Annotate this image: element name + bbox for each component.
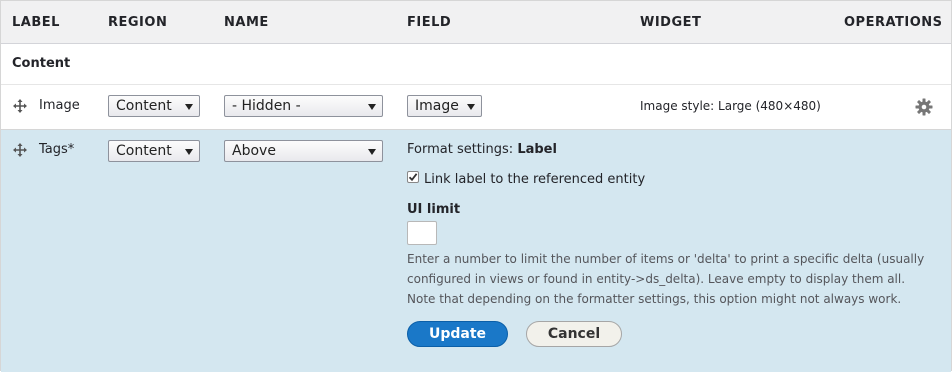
header-widget: WIDGET — [640, 15, 702, 30]
caret-down-icon — [467, 104, 475, 110]
table-row-tags: Tags* Content Above Format settings: Lab… — [1, 130, 951, 372]
header-name: NAME — [224, 15, 269, 30]
ui-limit-description-line: Note that depending on the formatter set… — [407, 292, 902, 306]
format-settings-title: Format settings: Label — [407, 142, 557, 157]
update-button[interactable]: Update — [407, 321, 508, 347]
region-title: Content — [12, 56, 71, 71]
caret-down-icon — [368, 104, 376, 110]
link-label-checkbox-label[interactable]: Link label to the referenced entity — [424, 172, 645, 187]
label-position-value: Above — [232, 143, 276, 159]
label-position-select[interactable]: Above — [224, 140, 383, 162]
widget-summary: Image style: Large (480×480) — [640, 99, 821, 113]
table-row-image: Image Content - Hidden - Image Image sty… — [1, 85, 951, 130]
row-label: Tags* — [39, 142, 75, 157]
caret-down-icon — [185, 149, 193, 155]
format-settings-prefix: Format settings: — [407, 142, 514, 157]
header-label: LABEL — [12, 15, 60, 30]
region-select[interactable]: Content — [108, 140, 200, 162]
cancel-button[interactable]: Cancel — [526, 321, 622, 347]
formatter-select[interactable]: Image — [407, 95, 482, 117]
label-position-select[interactable]: - Hidden - — [224, 95, 383, 117]
header-field: FIELD — [407, 15, 452, 30]
ui-limit-description-line: configured in views or found in entity->… — [407, 272, 906, 286]
region-select-value: Content — [116, 143, 172, 159]
format-settings-name: Label — [517, 142, 557, 157]
ui-limit-input[interactable] — [407, 221, 437, 245]
checkmark-icon — [408, 173, 418, 182]
ui-limit-description-line: Enter a number to limit the number of it… — [407, 252, 925, 266]
move-arrows-icon[interactable] — [13, 143, 27, 157]
link-label-checkbox[interactable] — [407, 171, 419, 183]
move-arrows-icon[interactable] — [13, 99, 27, 113]
region-select-value: Content — [116, 98, 172, 114]
ui-limit-description: Enter a number to limit the number of it… — [407, 249, 947, 309]
ui-limit-label: UI limit — [407, 202, 461, 217]
row-label: Image — [39, 98, 80, 113]
region-title-row: Content — [1, 44, 951, 85]
field-display-table: LABEL REGION NAME FIELD WIDGET OPERATION… — [0, 0, 952, 372]
table-header: LABEL REGION NAME FIELD WIDGET OPERATION… — [1, 1, 951, 44]
gear-icon[interactable] — [915, 98, 933, 116]
header-operations: OPERATIONS — [844, 15, 943, 30]
formatter-value: Image — [415, 98, 459, 114]
region-select[interactable]: Content — [108, 95, 200, 117]
label-position-value: - Hidden - — [232, 98, 301, 114]
caret-down-icon — [368, 149, 376, 155]
header-region: REGION — [108, 15, 168, 30]
caret-down-icon — [185, 104, 193, 110]
